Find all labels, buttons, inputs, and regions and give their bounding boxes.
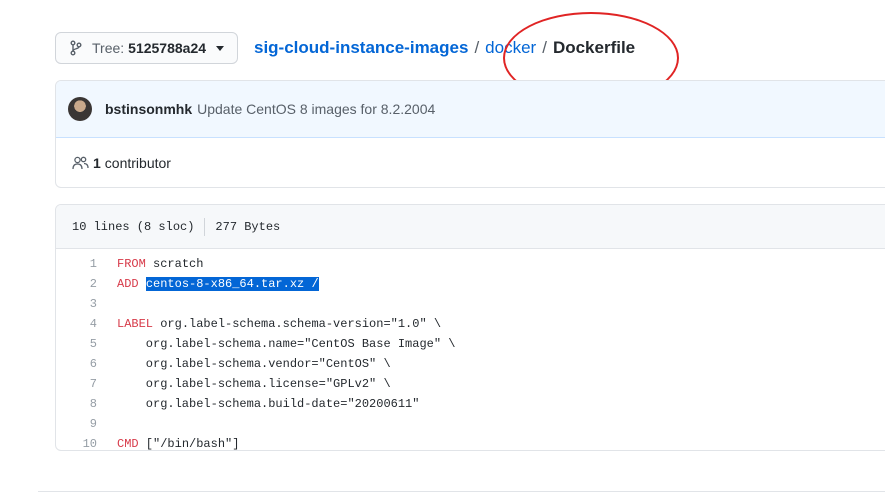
code-line: 4 LABEL org.label-schema.schema-version=… [56,314,885,334]
line-number[interactable]: 9 [56,414,97,434]
file-box: 10 lines (8 sloc) 277 Bytes 1 FROM scrat… [55,204,885,451]
breadcrumb-repo-link[interactable]: sig-cloud-instance-images [254,38,468,58]
line-number[interactable]: 3 [56,294,97,314]
file-size: 277 Bytes [215,219,281,234]
contributor-label: contributor [104,155,171,171]
code-line: 6 org.label-schema.vendor="CentOS" \ [56,354,885,374]
code-line: 9 [56,414,885,434]
code-line: 5 org.label-schema.name="CentOS Base Ima… [56,334,885,354]
keyword: ADD [117,277,139,291]
code-view: 1 FROM scratch 2 ADD centos-8-x86_64.tar… [56,249,885,451]
git-branch-icon [70,40,84,56]
line-number[interactable]: 1 [56,254,97,274]
commit-author-link[interactable]: bstinsonmhk [105,101,192,117]
line-content: CMD ["/bin/bash"] [97,434,240,451]
breadcrumb-folder-link[interactable]: docker [485,38,536,58]
avatar[interactable] [68,97,92,121]
header-divider [204,217,206,236]
code-line: 3 [56,294,885,314]
line-content: LABEL org.label-schema.schema-version="1… [97,314,441,334]
line-content: org.label-schema.build-date="20200611" [117,397,420,411]
commit-message-link[interactable]: Update CentOS 8 images for 8.2.2004 [197,101,435,117]
line-content: org.label-schema.vendor="CentOS" \ [117,357,391,371]
file-info-header: 10 lines (8 sloc) 277 Bytes [56,205,885,249]
keyword: LABEL [117,317,154,331]
line-content: FROM scratch [97,254,203,274]
line-content [97,414,117,434]
contributors-row[interactable]: 1 contributor [56,138,885,187]
code-line: 7 org.label-schema.license="GPLv2" \ [56,374,885,394]
line-content: org.label-schema.license="GPLv2" \ [117,377,391,391]
breadcrumb-file-name: Dockerfile [552,38,636,57]
line-content [97,294,117,314]
line-content: ADD centos-8-x86_64.tar.xz / [97,274,319,294]
latest-commit-row: bstinsonmhk Update CentOS 8 images for 8… [56,81,885,138]
keyword: FROM [117,257,146,271]
people-icon [72,156,89,170]
line-number[interactable]: 2 [56,274,97,294]
line-number[interactable]: 5 [56,334,97,354]
branch-select-button[interactable]: Tree: 5125788a24 [55,32,238,64]
selected-text: centos-8-x86_64.tar.xz / [145,277,319,291]
breadcrumb: sig-cloud-instance-images / docker / Doc… [254,38,635,58]
line-number[interactable]: 8 [56,394,97,414]
code-line: 10 CMD ["/bin/bash"] [56,434,885,451]
code-text: ["/bin/bash"] [138,437,240,451]
file-line-count: 10 lines (8 sloc) [72,219,195,234]
code-text: scratch [145,257,204,271]
bottom-divider [38,491,885,492]
breadcrumb-separator: / [474,38,480,57]
tree-sha: 5125788a24 [128,40,207,56]
contributor-count: 1 [93,155,101,171]
breadcrumb-separator: / [542,38,547,57]
code-line: 2 ADD centos-8-x86_64.tar.xz / [56,274,885,294]
line-number[interactable]: 6 [56,354,97,374]
line-number[interactable]: 7 [56,374,97,394]
commit-box: bstinsonmhk Update CentOS 8 images for 8… [55,80,885,188]
keyword: CMD [117,437,139,451]
line-number[interactable]: 4 [56,314,97,334]
caret-down-icon [216,45,225,51]
line-content: org.label-schema.name="CentOS Base Image… [117,337,456,351]
code-line: 1 FROM scratch [56,254,885,274]
tree-label: Tree: [92,40,125,56]
code-line: 8 org.label-schema.build-date="20200611" [56,394,885,414]
line-number[interactable]: 10 [56,434,97,450]
code-text: org.label-schema.schema-version="1.0" \ [153,317,442,331]
